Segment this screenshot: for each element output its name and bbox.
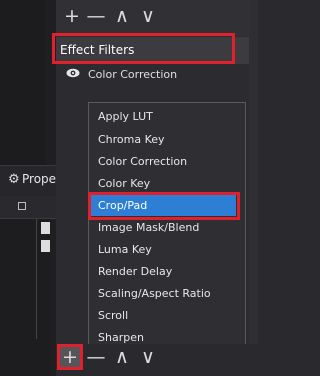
move-up-button[interactable]: ∧ (112, 6, 132, 26)
menu-item-luma-key[interactable]: Luma Key (98, 243, 152, 256)
move-down-button[interactable]: ∨ (138, 6, 158, 26)
menu-item-apply-lut[interactable]: Apply LUT (98, 110, 153, 123)
menu-item-render-delay[interactable]: Render Delay (98, 265, 172, 278)
move-up-effect-button[interactable]: ∧ (112, 347, 132, 367)
dock-subbar (0, 196, 56, 219)
menu-item-color-correction[interactable]: Color Correction (98, 155, 187, 168)
menu-item-image-mask-blend[interactable]: Image Mask/Blend (98, 221, 199, 234)
menu-item-color-key[interactable]: Color Key (98, 177, 150, 190)
remove-effect-filter-button[interactable]: — (86, 347, 106, 367)
highlight-effect-filters (52, 33, 235, 64)
gear-icon[interactable]: ⚙ (8, 172, 20, 187)
menu-item-scroll[interactable]: Scroll (98, 309, 128, 322)
document-icon (41, 222, 50, 234)
scrollbar[interactable] (249, 0, 258, 376)
remove-filter-button[interactable]: — (86, 6, 106, 26)
properties-button-label[interactable]: Prope (22, 172, 56, 186)
menu-item-scaling-aspect-ratio[interactable]: Scaling/Aspect Ratio (98, 287, 211, 300)
eye-icon[interactable] (66, 68, 80, 78)
divider (36, 219, 37, 339)
float-icon[interactable] (18, 202, 26, 210)
highlight-add-button (57, 344, 83, 370)
move-down-effect-button[interactable]: ∨ (138, 347, 158, 367)
preview-area (0, 0, 46, 165)
filter-item-color-correction[interactable]: Color Correction (88, 68, 177, 81)
highlight-crop-pad (88, 192, 240, 220)
menu-item-sharpen[interactable]: Sharpen (98, 331, 144, 344)
document-icon (41, 240, 50, 252)
menu-item-chroma-key[interactable]: Chroma Key (98, 133, 165, 146)
add-filter-button[interactable]: + (62, 6, 82, 26)
